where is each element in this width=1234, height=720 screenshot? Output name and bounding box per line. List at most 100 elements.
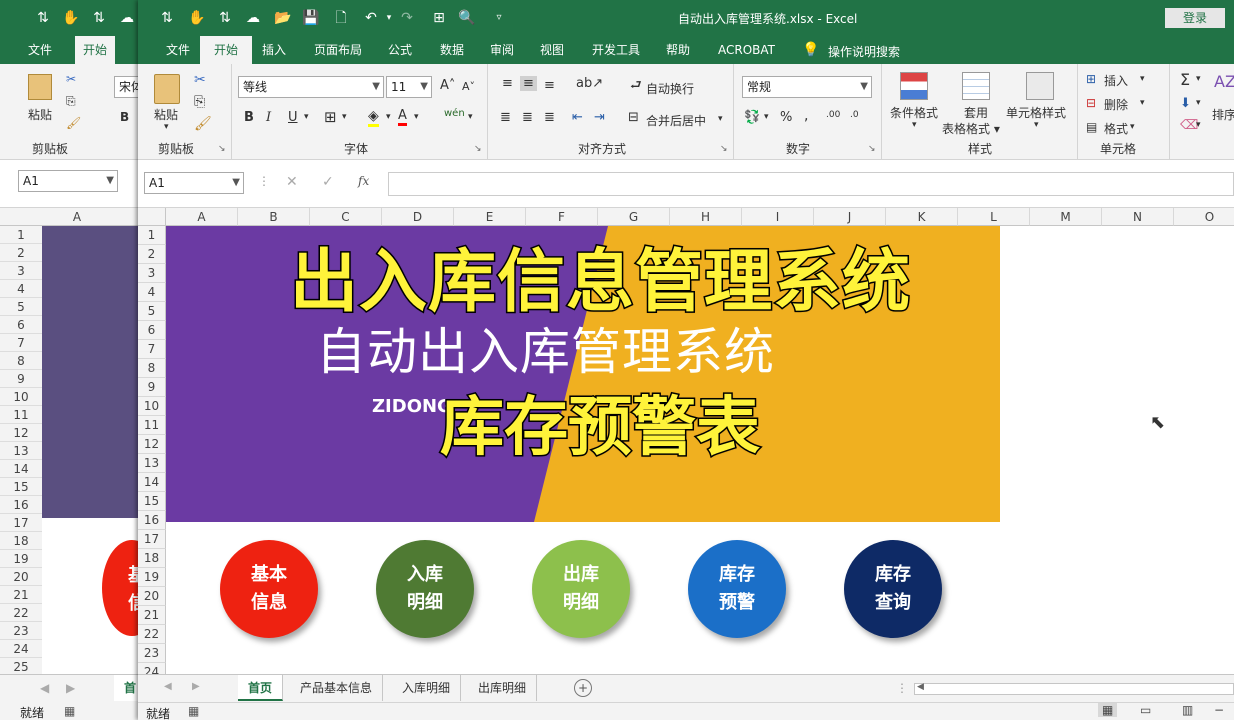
bg-sort-icon[interactable]: ⇅ xyxy=(32,8,54,28)
italic-button[interactable]: I xyxy=(266,110,271,125)
column-header-j[interactable]: J xyxy=(814,208,886,226)
bg-row-header[interactable]: 12 xyxy=(0,424,42,442)
format-cells-icon-2[interactable]: ▤ xyxy=(1086,120,1097,134)
row-header-18[interactable]: 18 xyxy=(138,549,166,568)
format-dropdown-icon[interactable]: ▾ xyxy=(1130,122,1135,132)
row-header-24[interactable]: 24 xyxy=(138,663,166,674)
accounting-dropdown-icon[interactable]: ▾ xyxy=(764,112,769,122)
nav-button-5[interactable]: 库存 查询 xyxy=(844,540,942,638)
format-painter-icon[interactable]: 🖌 xyxy=(194,116,212,132)
cloud-icon[interactable]: ☁ xyxy=(242,8,264,28)
tab-view[interactable]: 视图 xyxy=(532,36,572,64)
column-header-m[interactable]: M xyxy=(1030,208,1102,226)
bg-macro-icon[interactable]: ▦ xyxy=(64,704,75,718)
row-header-16[interactable]: 16 xyxy=(138,511,166,530)
bg-copy-icon[interactable]: ⎘ xyxy=(66,94,76,109)
number-format-combo[interactable]: 常规 ▼ xyxy=(742,76,872,98)
column-header-h[interactable]: H xyxy=(670,208,742,226)
bg-row-header[interactable]: 18 xyxy=(0,532,42,550)
cut-icon[interactable]: ✂ xyxy=(194,72,206,88)
add-sheet-icon[interactable]: + xyxy=(574,679,592,697)
percent-style-button[interactable]: % xyxy=(780,110,792,125)
column-header-l[interactable]: L xyxy=(958,208,1030,226)
conditional-format-icon[interactable] xyxy=(900,72,928,100)
tab-data[interactable]: 数据 xyxy=(432,36,472,64)
format-cells-button[interactable]: 格式 xyxy=(1104,120,1128,137)
row-header-3[interactable]: 3 xyxy=(138,264,166,283)
borders-dropdown-icon[interactable]: ▾ xyxy=(342,112,347,122)
bg-row-header[interactable]: 9 xyxy=(0,370,42,388)
sort-filter-icon[interactable]: AZ xyxy=(1214,72,1234,91)
column-header-c[interactable]: C xyxy=(310,208,382,226)
font-launcher-icon[interactable]: ↘ xyxy=(474,144,482,154)
font-color-dropdown-icon[interactable]: ▾ xyxy=(414,112,419,122)
underline-button[interactable]: U xyxy=(288,110,298,125)
format-table-line2[interactable]: 表格格式 ▾ xyxy=(942,120,1000,137)
fill-dropdown-icon[interactable]: ▾ xyxy=(1196,98,1201,108)
open-folder-icon[interactable]: 📂 xyxy=(272,8,294,28)
format-table-icon[interactable] xyxy=(962,72,990,100)
fill-color-icon[interactable]: ◈ xyxy=(368,108,379,127)
sheet-scroll-left-icon[interactable]: ◀ xyxy=(164,681,172,692)
select-all-corner[interactable] xyxy=(138,208,166,226)
row-header-23[interactable]: 23 xyxy=(138,644,166,663)
alignment-launcher-icon[interactable]: ↘ xyxy=(720,144,728,154)
bg-row-header[interactable]: 2 xyxy=(0,244,42,262)
bg-row-header[interactable]: 19 xyxy=(0,550,42,568)
underline-dropdown-icon[interactable]: ▾ xyxy=(304,112,309,122)
tab-help[interactable]: 帮助 xyxy=(658,36,698,64)
bg-row-header[interactable]: 14 xyxy=(0,460,42,478)
tab-review[interactable]: 审阅 xyxy=(482,36,522,64)
clear-dropdown-icon[interactable]: ▾ xyxy=(1196,120,1201,130)
align-right-icon[interactable]: ≣ xyxy=(544,110,555,125)
sheet-tab-product-info[interactable]: 产品基本信息 xyxy=(290,675,384,701)
tell-me-search[interactable]: 操作说明搜索 xyxy=(828,43,900,60)
nav-button-3[interactable]: 出库 明细 xyxy=(532,540,630,638)
bg-row-header[interactable]: 16 xyxy=(0,496,42,514)
print-preview-icon[interactable]: 🔍 xyxy=(456,8,478,28)
sheet-tab-home[interactable]: 首页 xyxy=(238,675,284,701)
accounting-format-icon[interactable]: 💱 xyxy=(744,110,760,125)
row-header-7[interactable]: 7 xyxy=(138,340,166,359)
decrease-indent-icon[interactable]: ⇤ xyxy=(572,110,583,125)
bg-row-header[interactable]: 22 xyxy=(0,604,42,622)
bg-row-header[interactable]: 17 xyxy=(0,514,42,532)
copy-icon[interactable]: ⎘ xyxy=(194,94,205,110)
bg-circle-button[interactable]: 基信 xyxy=(102,540,140,636)
tab-file[interactable]: 文件 xyxy=(158,36,198,64)
font-color-icon[interactable]: A xyxy=(398,108,407,126)
increase-indent-icon[interactable]: ⇥ xyxy=(594,110,605,125)
column-header-f[interactable]: F xyxy=(526,208,598,226)
row-header-19[interactable]: 19 xyxy=(138,568,166,587)
page-layout-view-icon[interactable]: ▭ xyxy=(1140,703,1151,717)
sort-desc-icon[interactable]: ⇅ xyxy=(214,8,236,28)
redo-icon[interactable]: ↷ xyxy=(396,8,418,28)
tab-acrobat[interactable]: ACROBAT xyxy=(710,36,783,64)
number-launcher-icon[interactable]: ↘ xyxy=(868,144,876,154)
tab-split-grip-icon[interactable]: ⋮ xyxy=(896,681,908,695)
row-header-14[interactable]: 14 xyxy=(138,473,166,492)
bg-sheet-prev-icon[interactable]: ◀ xyxy=(40,681,49,695)
zoom-out-icon[interactable]: − xyxy=(1214,703,1224,717)
bg-tab-home[interactable]: 开始 xyxy=(75,36,116,64)
bg-touch-icon[interactable]: ✋ xyxy=(60,8,82,28)
paste-dropdown-icon[interactable]: ▾ xyxy=(164,122,169,132)
phonetic-dropdown-icon[interactable]: ▾ xyxy=(468,112,473,122)
delete-dropdown-icon[interactable]: ▾ xyxy=(1140,98,1145,108)
format-cells-icon[interactable]: ⊞ xyxy=(428,8,450,28)
horizontal-scrollbar[interactable]: ◀ xyxy=(914,682,1234,695)
column-header-a[interactable]: A xyxy=(166,208,238,226)
grow-font-icon[interactable]: A˄ xyxy=(440,78,455,93)
align-bottom-icon[interactable]: ≡ xyxy=(544,78,555,93)
row-header-10[interactable]: 10 xyxy=(138,397,166,416)
merge-center-icon[interactable]: ⊟ xyxy=(628,110,639,125)
delete-cells-icon[interactable]: ⊟ xyxy=(1086,96,1096,110)
tab-developer[interactable]: 开发工具 xyxy=(584,36,648,64)
bg-sort2-icon[interactable]: ⇅ xyxy=(88,8,110,28)
bg-col-a[interactable]: A xyxy=(42,208,112,226)
insert-cells-button[interactable]: 插入 xyxy=(1104,72,1128,89)
bg-row-header[interactable]: 24 xyxy=(0,640,42,658)
bg-paste-icon[interactable] xyxy=(28,74,52,100)
bg-row-header[interactable]: 20 xyxy=(0,568,42,586)
paste-icon[interactable] xyxy=(154,74,180,104)
